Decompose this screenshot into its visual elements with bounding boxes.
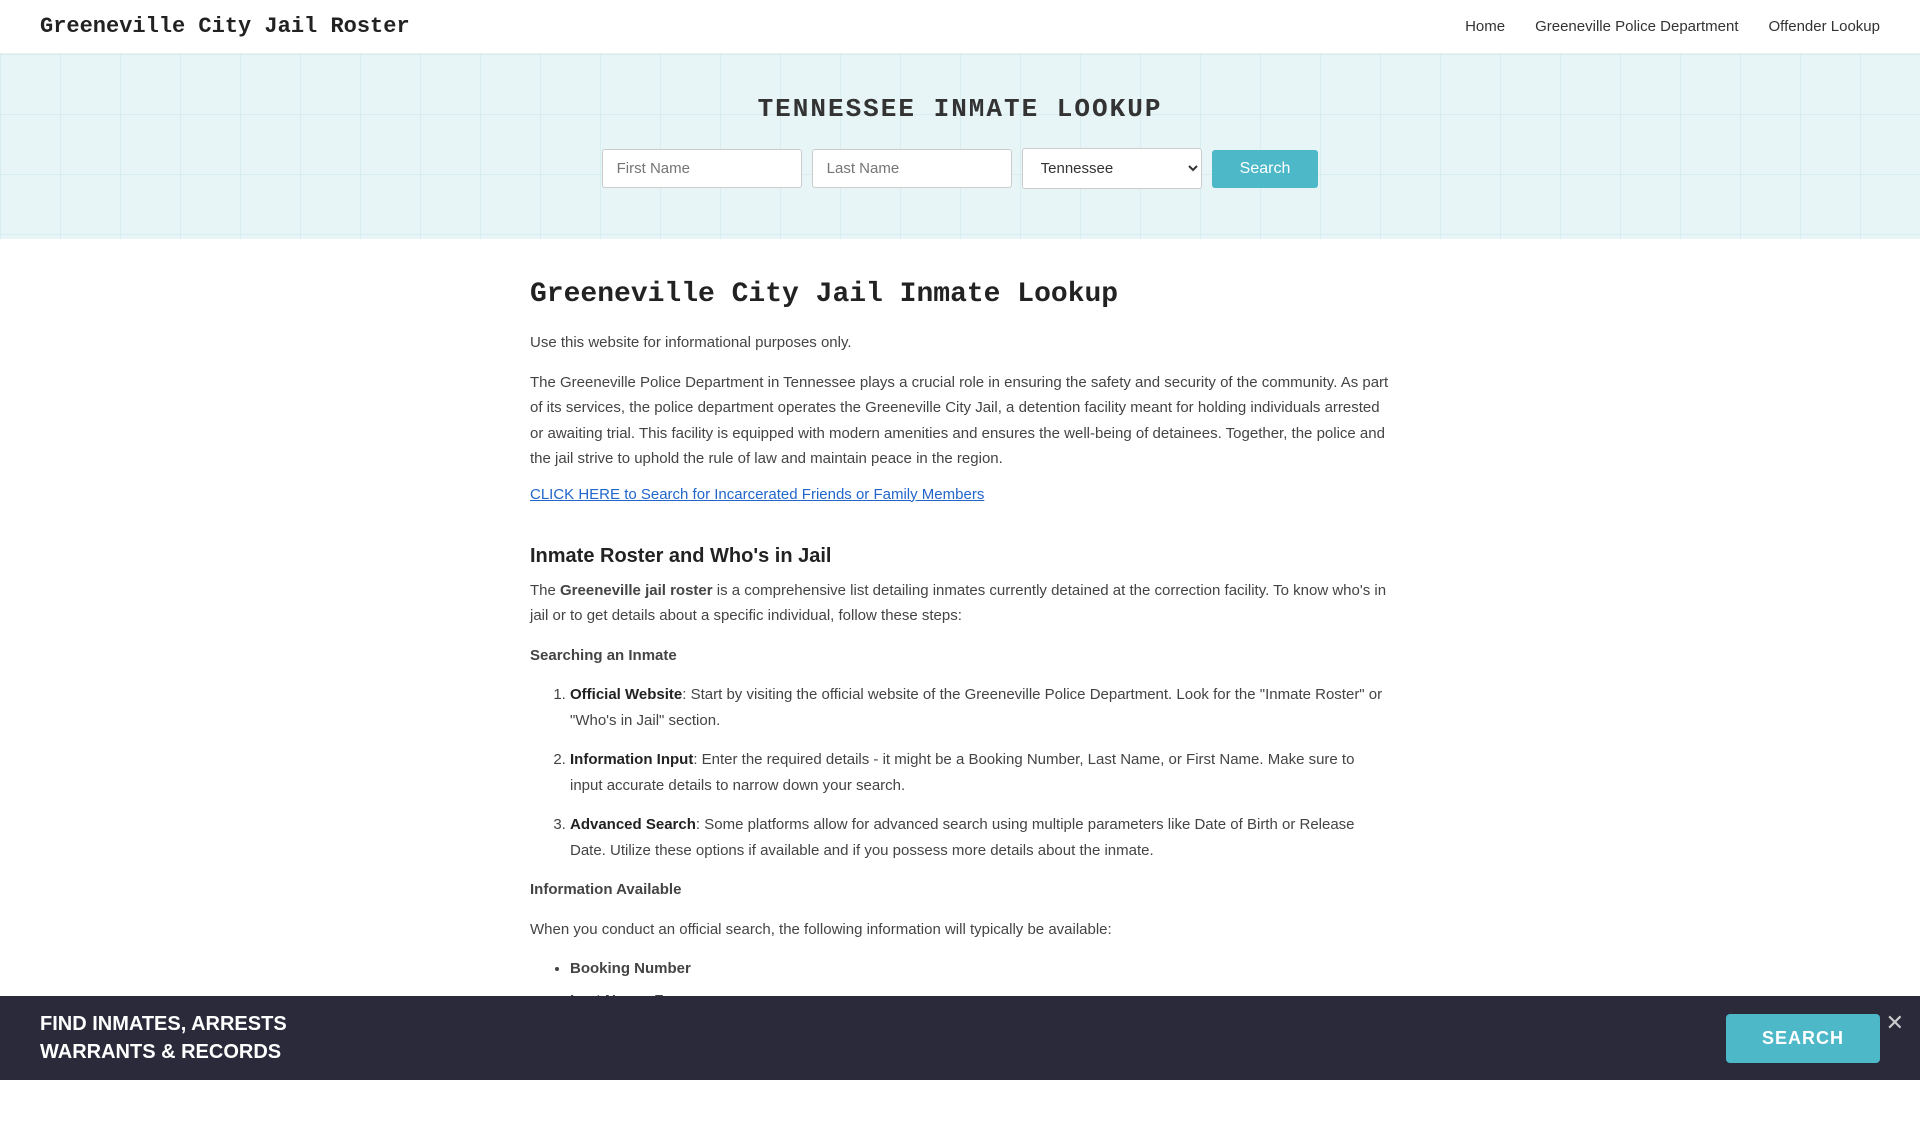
last-name-input[interactable] [812, 149, 1012, 188]
hero-title: TENNESSEE INMATE LOOKUP [20, 94, 1900, 124]
close-icon[interactable]: ✕ [1886, 1010, 1904, 1036]
informational-note: Use this website for informational purpo… [530, 330, 1390, 356]
list-item: Official Website: Start by visiting the … [570, 682, 1390, 733]
click-link[interactable]: CLICK HERE to Search for Incarcerated Fr… [530, 486, 984, 503]
banner-line2: WARRANTS & RECORDS [40, 1038, 287, 1066]
list-item: Advanced Search: Some platforms allow fo… [570, 812, 1390, 863]
info-available-intro: When you conduct an official search, the… [530, 917, 1390, 943]
info-available-title: Information Available [530, 877, 1390, 903]
list-item: Booking Number [570, 956, 1390, 982]
banner-text: FIND INMATES, ARRESTS WARRANTS & RECORDS [40, 1010, 287, 1066]
step1-label: Official Website [570, 686, 682, 703]
searching-title: Searching an Inmate [530, 643, 1390, 669]
nav-offender-lookup[interactable]: Offender Lookup [1769, 18, 1880, 35]
banner-search-button[interactable]: SEARCH [1726, 1014, 1880, 1063]
nav-home[interactable]: Home [1465, 18, 1505, 35]
main-content: Greeneville City Jail Inmate Lookup Use … [510, 279, 1410, 1099]
roster-intro-paragraph: The Greeneville jail roster is a compreh… [530, 578, 1390, 629]
roster-bold: Greeneville jail roster [560, 582, 713, 599]
step1-text: : Start by visiting the official website… [570, 686, 1382, 729]
hero-section: TENNESSEE INMATE LOOKUP Tennessee Alabam… [0, 54, 1920, 239]
state-select[interactable]: Tennessee Alabama Alaska Arizona Arkansa… [1022, 148, 1202, 189]
steps-list: Official Website: Start by visiting the … [530, 682, 1390, 863]
header: Greeneville City Jail Roster Home Greene… [0, 0, 1920, 54]
intro-paragraph: The Greeneville Police Department in Ten… [530, 370, 1390, 472]
main-nav: Home Greeneville Police Department Offen… [1465, 18, 1880, 35]
nav-police-dept[interactable]: Greeneville Police Department [1535, 18, 1738, 35]
search-button[interactable]: Search [1212, 150, 1319, 188]
bullet1: Booking Number [570, 960, 691, 977]
step2-label: Information Input [570, 751, 693, 768]
page-title: Greeneville City Jail Inmate Lookup [530, 279, 1390, 310]
list-item: Information Input: Enter the required de… [570, 747, 1390, 798]
first-name-input[interactable] [602, 149, 802, 188]
roster-intro-text: The [530, 582, 560, 599]
bottom-banner: FIND INMATES, ARRESTS WARRANTS & RECORDS… [0, 996, 1920, 1080]
banner-line1: FIND INMATES, ARRESTS [40, 1010, 287, 1038]
search-form: Tennessee Alabama Alaska Arizona Arkansa… [20, 148, 1900, 189]
site-title: Greeneville City Jail Roster [40, 14, 410, 39]
step3-label: Advanced Search [570, 816, 696, 833]
roster-section-title: Inmate Roster and Who's in Jail [530, 545, 1390, 568]
